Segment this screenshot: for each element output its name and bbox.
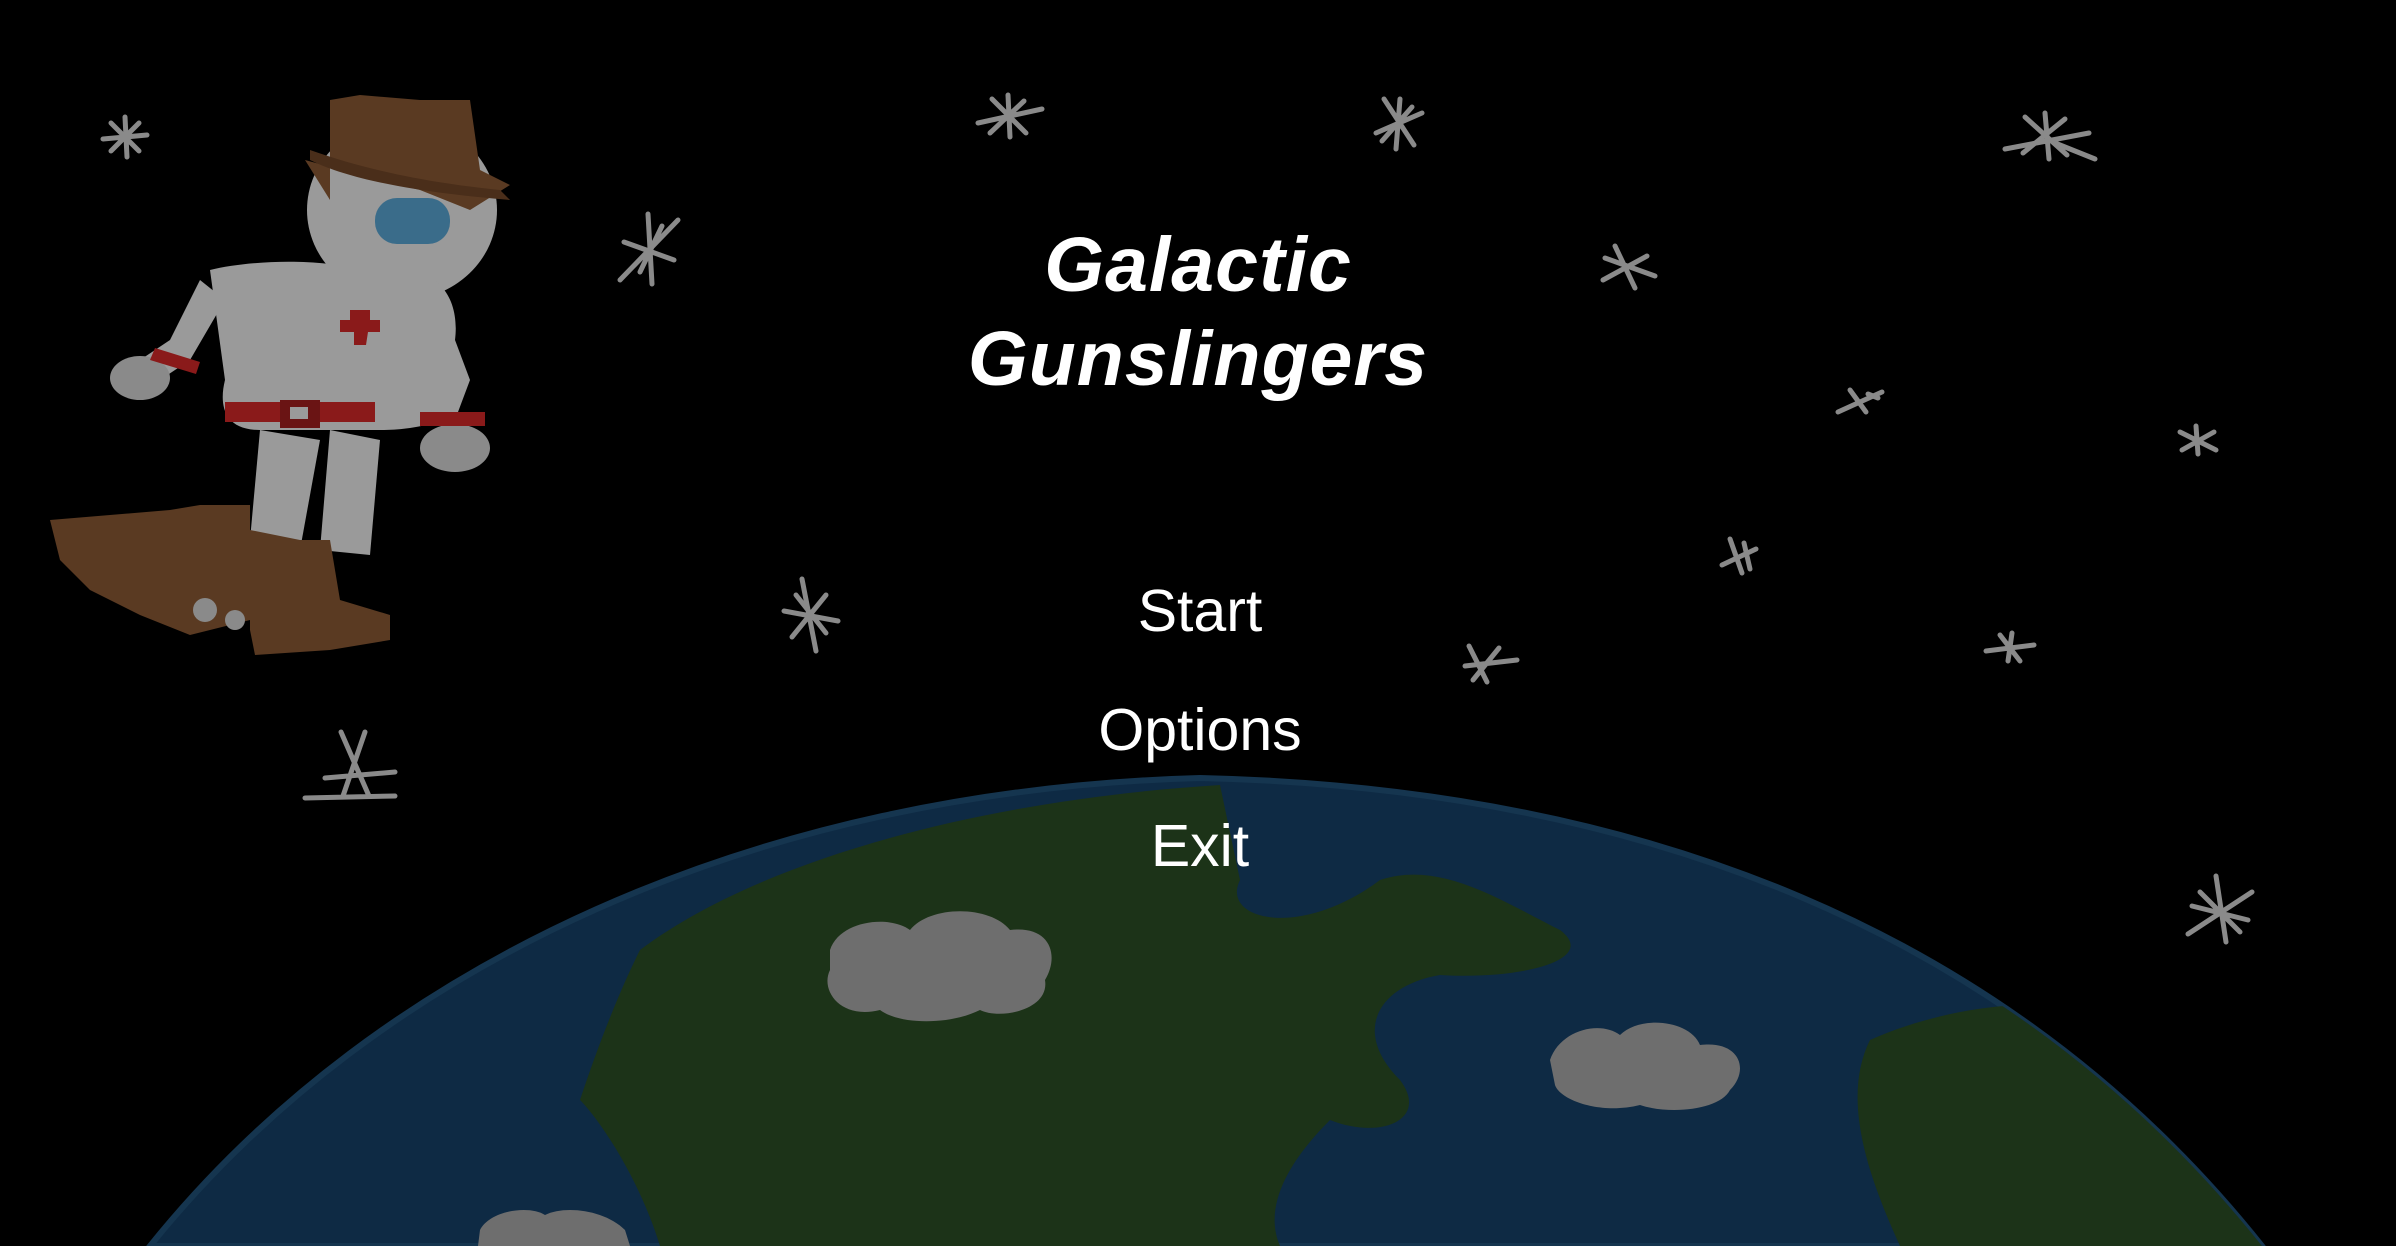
- star-icon: [1719, 536, 1759, 576]
- star-icon: [1600, 243, 1658, 291]
- star-icon: [1462, 643, 1520, 685]
- star-icon: [2185, 873, 2255, 945]
- star-icon: [1835, 387, 1885, 415]
- game-title: Galactic Gunslingers: [898, 218, 1498, 406]
- star-icon: [975, 92, 1045, 140]
- star-icon: [2002, 110, 2098, 162]
- star-icon: [302, 729, 398, 801]
- star-icon: [781, 576, 841, 654]
- star-icon: [617, 211, 681, 287]
- star-icon: [1373, 96, 1425, 152]
- start-button[interactable]: Start: [1000, 576, 1400, 646]
- game-title-line-2: Gunslingers: [967, 316, 1429, 402]
- options-button[interactable]: Options: [1000, 695, 1400, 765]
- star-icon: [2177, 423, 2219, 457]
- star-icon: [100, 114, 150, 160]
- star-icon: [1983, 630, 2037, 664]
- exit-button[interactable]: Exit: [1000, 811, 1400, 881]
- cowboy-astronaut-illustration: [50, 95, 510, 655]
- game-title-line-1: Galactic: [1044, 222, 1352, 308]
